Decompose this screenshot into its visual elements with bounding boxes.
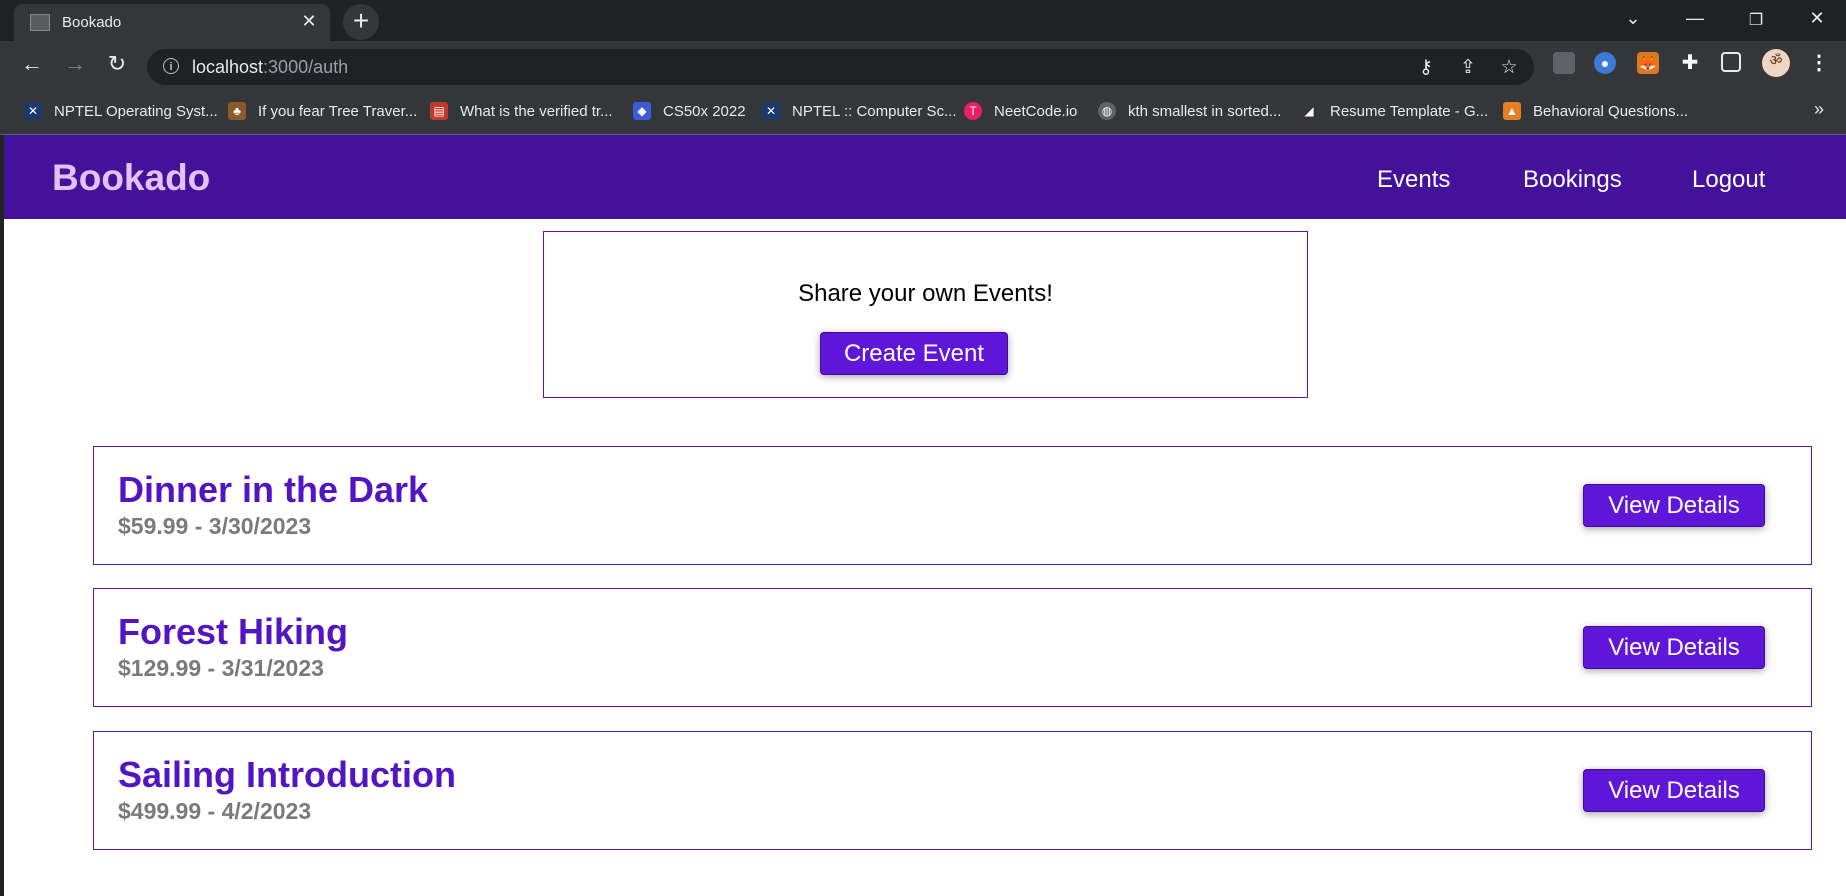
event-card: Forest Hiking $129.99 - 3/31/2023 View D… [93,588,1812,707]
key-icon[interactable]: ⚷ [1414,56,1438,79]
event-card: Dinner in the Dark $59.99 - 3/30/2023 Vi… [93,446,1812,565]
url-text[interactable]: localhost:3000/auth [192,57,348,78]
forward-button[interactable]: → [61,50,89,78]
bookmark-item[interactable]: ◆ CS50x 2022 [633,101,746,121]
close-window-button[interactable]: ✕ [1802,8,1832,29]
browser-tab-strip: Bookado ✕ + ⌄ — ❐ ✕ [0,0,1846,41]
bookmark-item[interactable]: ◢ Resume Template - G... [1300,101,1488,121]
resume-icon: ◢ [1304,104,1314,118]
neetcode-icon: T [964,102,982,120]
tab-search-icon[interactable]: ⌄ [1618,8,1648,29]
bookmarks-bar: ✕ NPTEL Operating Syst... ♣ If you fear Tr… [0,88,1846,135]
event-price-date: $499.99 - 4/2/2023 [118,798,312,824]
address-bar[interactable]: i localhost:3000/auth ⚷ ⇪ ☆ [147,49,1534,85]
extension-square-icon[interactable] [1553,52,1575,74]
bookmark-item[interactable]: ◍ kth smallest in sorted... [1098,101,1281,121]
bookmark-item[interactable]: ▲ Behavioral Questions... [1503,101,1688,121]
bookmark-label: If you fear Tree Traver... [258,102,418,120]
more-bookmarks-icon[interactable]: » [1814,99,1824,120]
metamask-icon[interactable]: 🦊 [1637,52,1659,74]
bookmark-label: NeetCode.io [994,102,1078,120]
app-navbar: Bookado Events Bookings Logout [4,135,1846,219]
menu-kebab-icon[interactable]: ⋮ [1808,52,1830,74]
browser-toolbar: ← → ↻ i localhost:3000/auth ⚷ ⇪ ☆ ● 🦊 ✚ … [0,41,1846,88]
new-tab-button[interactable]: + [343,4,379,40]
bookmark-item[interactable]: ✕ NPTEL :: Computer Sc... [762,101,957,121]
reload-button[interactable]: ↻ [103,50,131,78]
nav-bookings-link[interactable]: Bookings [1523,166,1622,194]
brand-logo[interactable]: Bookado [52,157,210,199]
view-details-button[interactable]: View Details [1583,769,1765,812]
bookmark-label: NPTEL :: Computer Sc... [792,102,957,120]
nptel-icon: ✕ [762,102,780,120]
cs50-icon: ◆ [633,102,651,120]
bookmark-label: kth smallest in sorted... [1128,102,1282,120]
extension-circle-icon[interactable]: ● [1594,52,1616,74]
bookmark-label: NPTEL Operating Syst... [54,102,218,120]
bookmark-label: Resume Template - G... [1330,102,1489,120]
tab-title: Bookado [62,14,122,31]
url-path: :3000/auth [263,57,349,77]
view-details-button[interactable]: View Details [1583,484,1765,527]
event-title: Forest Hiking [118,611,349,652]
bookmark-label: CS50x 2022 [663,102,746,120]
tree-icon: ♣ [228,102,246,120]
restore-button[interactable]: ❐ [1741,10,1771,30]
create-event-button[interactable]: Create Event [820,332,1008,375]
bookmark-item[interactable]: ✕ NPTEL Operating Syst... [24,101,218,121]
browser-tab[interactable]: Bookado ✕ [14,4,330,41]
view-details-button[interactable]: View Details [1583,626,1765,669]
site-favicon-icon [30,14,50,31]
bookmark-label: What is the verified tr... [460,102,613,120]
side-panel-icon[interactable] [1721,52,1741,72]
nav-events-link[interactable]: Events [1377,166,1450,194]
nptel-icon: ✕ [24,102,42,120]
share-prompt: Share your own Events! [798,280,1053,307]
window-edge [0,135,4,896]
behavioral-icon: ▲ [1503,102,1521,120]
bookmark-item[interactable]: ♣ If you fear Tree Traver... [228,101,417,121]
event-price-date: $129.99 - 3/31/2023 [118,655,324,681]
event-title: Dinner in the Dark [118,469,429,510]
bookmark-item[interactable]: T NeetCode.io [964,101,1077,121]
event-title: Sailing Introduction [118,754,456,795]
url-host: localhost [192,57,264,77]
close-tab-icon[interactable]: ✕ [298,10,320,32]
back-button[interactable]: ← [18,50,46,78]
share-icon[interactable]: ⇪ [1456,56,1480,79]
globe-icon: ◍ [1098,102,1116,120]
briefcase-icon: ▤ [430,102,448,120]
create-event-panel: Share your own Events! Create Event [543,231,1308,398]
extensions-puzzle-icon[interactable]: ✚ [1679,52,1701,74]
minimize-button[interactable]: — [1680,8,1710,29]
bookmark-label: Behavioral Questions... [1533,102,1689,120]
bookmark-item[interactable]: ▤ What is the verified tr... [430,101,613,121]
logout-link[interactable]: Logout [1692,166,1765,194]
bookmark-star-icon[interactable]: ☆ [1497,56,1521,79]
event-card: Sailing Introduction $499.99 - 4/2/2023 … [93,731,1812,850]
profile-avatar[interactable]: ॐ [1762,49,1790,77]
site-info-icon[interactable]: i [163,58,179,74]
event-price-date: $59.99 - 3/30/2023 [118,513,312,539]
